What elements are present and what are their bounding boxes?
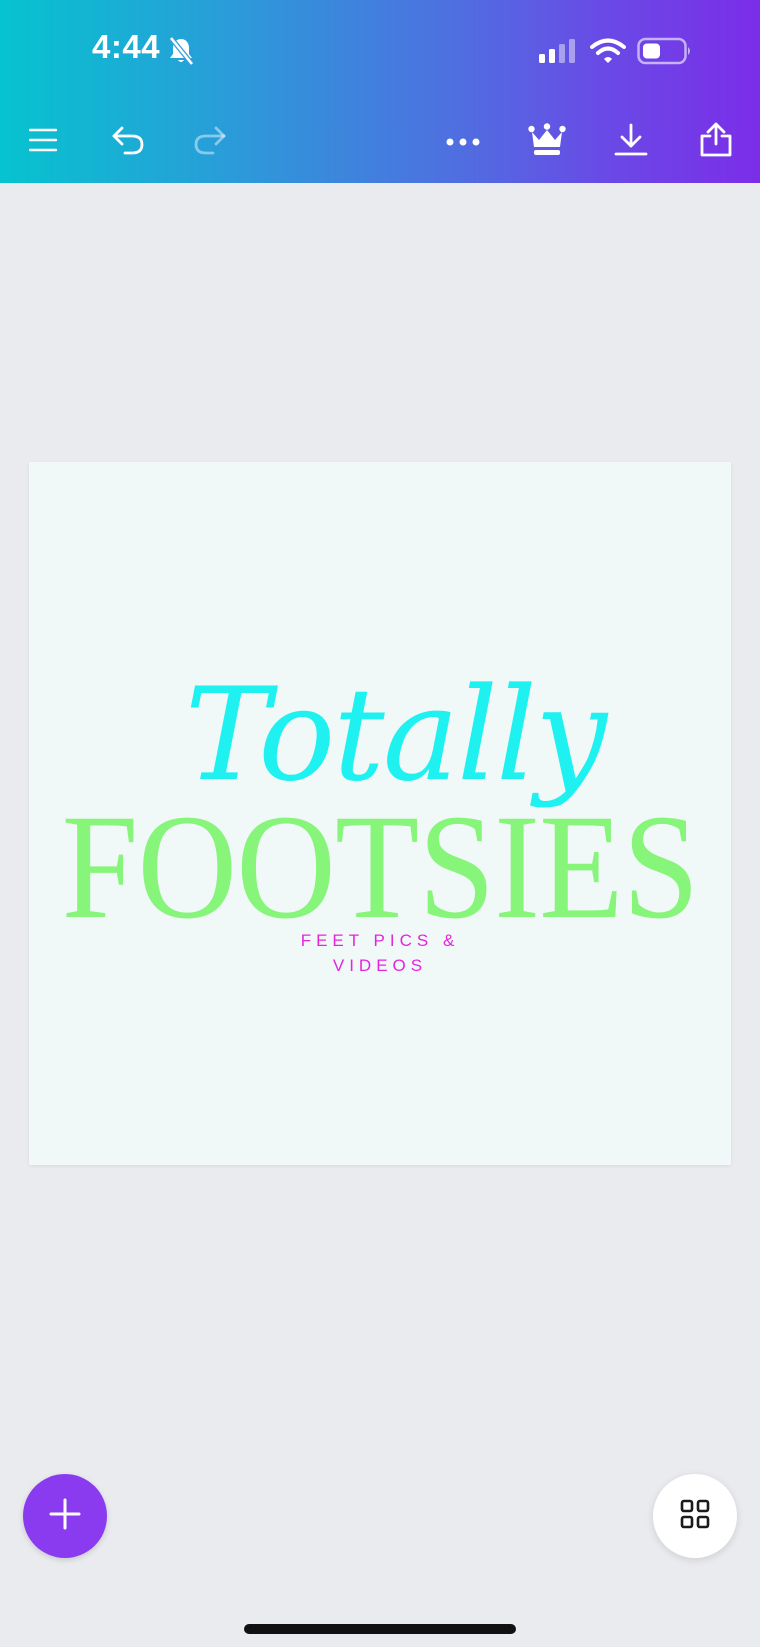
cellular-signal-icon [538, 38, 578, 69]
plus-icon [49, 1498, 81, 1535]
top-bar: 4:44 [0, 0, 760, 183]
design-subtitle-text[interactable]: FEET PICS & VIDEOS [29, 928, 731, 978]
bell-slash-icon [168, 36, 194, 71]
share-icon [699, 122, 733, 163]
battery-icon [637, 37, 693, 70]
status-time: 4:44 [92, 28, 161, 65]
redo-icon [193, 125, 227, 160]
undo-button[interactable] [102, 116, 154, 168]
design-script-text[interactable]: Totally [29, 672, 731, 800]
share-button[interactable] [690, 116, 742, 168]
menu-icon [28, 127, 58, 158]
download-icon [614, 123, 648, 162]
redo-button[interactable] [184, 116, 236, 168]
undo-icon [111, 125, 145, 160]
premium-button[interactable] [521, 116, 573, 168]
grid-icon [680, 1499, 710, 1534]
menu-button[interactable] [17, 116, 69, 168]
more-button[interactable] [437, 116, 489, 168]
design-subtitle-line-1: FEET PICS & [300, 931, 460, 950]
pages-grid-button[interactable] [653, 1474, 737, 1558]
wifi-icon [590, 38, 626, 69]
design-subtitle-line-2: VIDEOS [332, 956, 428, 975]
more-icon [446, 133, 480, 151]
home-indicator[interactable] [244, 1624, 516, 1634]
design-title-text[interactable]: FOOTSIES [57, 792, 703, 942]
download-button[interactable] [605, 116, 657, 168]
design-page[interactable]: Totally FOOTSIES FEET PICS & VIDEOS [29, 462, 731, 1165]
add-element-button[interactable] [23, 1474, 107, 1558]
editor-screen: 4:44 Totally FOOTSIES FEET PICS & VIDEOS [0, 0, 760, 1647]
crown-icon [528, 122, 566, 162]
